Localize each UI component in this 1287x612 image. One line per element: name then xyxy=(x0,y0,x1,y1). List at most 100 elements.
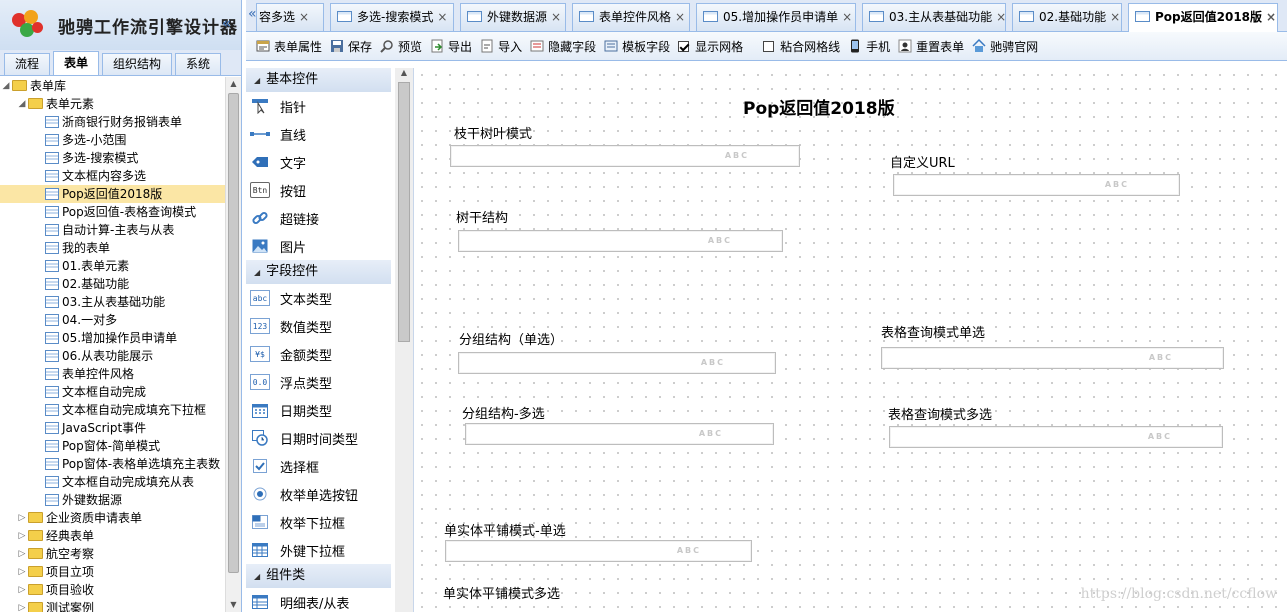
pop-field-branch-leaf[interactable]: ABC xyxy=(450,145,800,167)
tree-node-form[interactable]: 06.从表功能展示 xyxy=(0,347,226,365)
palette-section-field[interactable]: ◢ 字段控件 xyxy=(246,260,391,284)
close-icon[interactable]: × xyxy=(842,10,852,24)
doc-tab[interactable]: 外键数据源 × xyxy=(460,3,566,31)
expand-arrow-icon[interactable]: ▷ xyxy=(17,509,27,527)
collapse-triangle-icon[interactable]: ◢ xyxy=(254,268,260,277)
collapse-arrow-icon[interactable]: ◢ xyxy=(17,95,27,113)
tree-node-form[interactable]: 我的表单 xyxy=(0,239,226,257)
expand-arrow-icon[interactable]: ▷ xyxy=(17,581,27,599)
tree-node-form[interactable]: 04.一对多 xyxy=(0,311,226,329)
tree-node-form[interactable]: 02.基础功能 xyxy=(0,275,226,293)
mobile-button[interactable]: 手机 xyxy=(848,35,898,57)
palette-item-checkbox[interactable]: 选择框 xyxy=(246,452,391,480)
palette-section-basic[interactable]: ◢ 基本控件 xyxy=(246,68,391,92)
scroll-down-icon[interactable]: ▼ xyxy=(226,598,241,612)
tree-node-form[interactable]: 文本框自动完成 xyxy=(0,383,226,401)
palette-item-number-type[interactable]: 123 数值类型 xyxy=(246,312,391,340)
pop-field-group-multi[interactable]: ABC xyxy=(465,423,774,445)
tree-node-folder[interactable]: ▷ 航空考察 xyxy=(0,545,226,563)
template-fields-button[interactable]: 模板字段 xyxy=(604,35,678,57)
tree-node-form[interactable]: 文本框内容多选 xyxy=(0,167,226,185)
tree-node-form[interactable]: 浙商银行财务报销表单 xyxy=(0,113,226,131)
expand-arrow-icon[interactable]: ▷ xyxy=(17,599,27,612)
tree-node-form[interactable]: 多选-小范围 xyxy=(0,131,226,149)
export-button[interactable]: 导出 xyxy=(430,35,480,57)
doc-tab[interactable]: 表单控件风格 × xyxy=(572,3,690,31)
tree-node-form[interactable]: Pop窗体-表格单选填充主表数 xyxy=(0,455,226,473)
pop-field-table-multi[interactable]: ABC xyxy=(889,426,1223,448)
form-props-button[interactable]: 表单属性 xyxy=(256,35,330,57)
collapse-arrow-icon[interactable]: ◢ xyxy=(1,77,11,95)
reset-form-button[interactable]: 重置表单 xyxy=(898,35,972,57)
palette-item-image[interactable]: 图片 xyxy=(246,232,391,260)
doc-tab[interactable]: 03.主从表基础功能 × xyxy=(862,3,1006,31)
tree-node-form[interactable]: 多选-搜索模式 xyxy=(0,149,226,167)
tree-node-folder[interactable]: ▷ 经典表单 xyxy=(0,527,226,545)
doc-tab-active[interactable]: Pop返回值2018版 × xyxy=(1128,3,1278,32)
palette-item-pointer[interactable]: 指针 xyxy=(246,92,391,120)
doc-tab[interactable]: 02.基础功能 × xyxy=(1012,3,1122,31)
tab-form[interactable]: 表单 xyxy=(53,51,100,75)
palette-item-money-type[interactable]: ¥$ 金额类型 xyxy=(246,340,391,368)
tree-node-folder[interactable]: ▷ 项目验收 xyxy=(0,581,226,599)
scroll-up-icon[interactable]: ▲ xyxy=(395,68,413,80)
snap-grid-check[interactable] xyxy=(763,40,775,52)
tree-node-form[interactable]: 05.增加操作员申请单 xyxy=(0,329,226,347)
tree-node-root[interactable]: ◢ 表单库 xyxy=(0,77,226,95)
palette-item-date-type[interactable]: 日期类型 xyxy=(246,396,391,424)
import-button[interactable]: 导入 xyxy=(480,35,530,57)
palette-item-line[interactable]: 直线 xyxy=(246,120,391,148)
tree-node-form[interactable]: 01.表单元素 xyxy=(0,257,226,275)
show-grid-checkbox[interactable]: 显示网格 xyxy=(678,35,751,57)
palette-item-text-type[interactable]: abc 文本类型 xyxy=(246,284,391,312)
tree-node-form[interactable]: JavaScript事件 xyxy=(0,419,226,437)
palette-item-datetime-type[interactable]: 日期时间类型 xyxy=(246,424,391,452)
close-icon[interactable]: × xyxy=(437,10,447,24)
scroll-thumb[interactable] xyxy=(228,93,239,573)
close-icon[interactable]: × xyxy=(675,10,685,24)
expand-arrow-icon[interactable]: ▷ xyxy=(17,527,27,545)
expand-arrow-icon[interactable]: ▷ xyxy=(17,545,27,563)
scroll-up-icon[interactable]: ▲ xyxy=(226,77,241,91)
scroll-thumb[interactable] xyxy=(398,82,410,342)
doc-tab[interactable]: 多选-搜索模式 × xyxy=(330,3,454,31)
snap-grid-checkbox[interactable]: 粘合网格线 xyxy=(763,35,848,57)
save-button[interactable]: 保存 xyxy=(330,35,380,57)
palette-item-text[interactable]: 文字 xyxy=(246,148,391,176)
preview-button[interactable]: 预览 xyxy=(380,35,430,57)
palette-item-fk-dropdown[interactable]: 外键下拉框 xyxy=(246,536,391,564)
tree-node-group[interactable]: ◢ 表单元素 xyxy=(0,95,226,113)
tree-node-form[interactable]: 外键数据源 xyxy=(0,491,226,509)
collapse-triangle-icon[interactable]: ◢ xyxy=(254,76,260,85)
palette-item-button[interactable]: Btn 按钮 xyxy=(246,176,391,204)
close-icon[interactable]: × xyxy=(299,10,309,24)
close-icon[interactable]: × xyxy=(551,10,561,24)
tree-node-folder[interactable]: ▷ 测试案例 xyxy=(0,599,226,612)
pop-field-tree[interactable]: ABC xyxy=(458,230,783,252)
doc-tab[interactable]: 05.增加操作员申请单 × xyxy=(696,3,856,31)
close-icon[interactable]: × xyxy=(996,10,1006,24)
expand-arrow-icon[interactable]: ▷ xyxy=(17,563,27,581)
palette-item-hyperlink[interactable]: 超链接 xyxy=(246,204,391,232)
palette-item-detail-table[interactable]: 明细表/从表 xyxy=(246,588,391,612)
pop-field-custom-url[interactable]: ABC xyxy=(893,174,1180,196)
palette-item-float-type[interactable]: 0.0 浮点类型 xyxy=(246,368,391,396)
palette-item-radio[interactable]: 枚举单选按钮 xyxy=(246,480,391,508)
tree-node-form[interactable]: 表单控件风格 xyxy=(0,365,226,383)
tab-flow[interactable]: 流程 xyxy=(4,53,51,75)
tree-node-form[interactable]: 文本框自动完成填充从表 xyxy=(0,473,226,491)
palette-section-component[interactable]: ◢ 组件类 xyxy=(246,564,391,588)
doc-tab[interactable]: 容多选 × xyxy=(256,3,324,31)
palette-scrollbar[interactable]: ▲ xyxy=(395,68,413,612)
tab-system[interactable]: 系统 xyxy=(175,53,222,75)
close-icon[interactable]: × xyxy=(1266,10,1276,24)
tree-node-form[interactable]: Pop窗体-简单模式 xyxy=(0,437,226,455)
tree-node-form[interactable]: Pop返回值-表格查询模式 xyxy=(0,203,226,221)
pop-field-group-single[interactable]: ABC xyxy=(458,352,776,374)
tree-node-form[interactable]: 自动计算-主表与从表 xyxy=(0,221,226,239)
tree-node-form[interactable]: 文本框自动完成填充下拉框 xyxy=(0,401,226,419)
tree-scrollbar[interactable]: ▲ ▼ xyxy=(225,77,241,612)
palette-item-enum-dropdown[interactable]: 枚举下拉框 xyxy=(246,508,391,536)
tab-org[interactable]: 组织结构 xyxy=(102,53,173,75)
tree-node-folder[interactable]: ▷ 企业资质申请表单 xyxy=(0,509,226,527)
